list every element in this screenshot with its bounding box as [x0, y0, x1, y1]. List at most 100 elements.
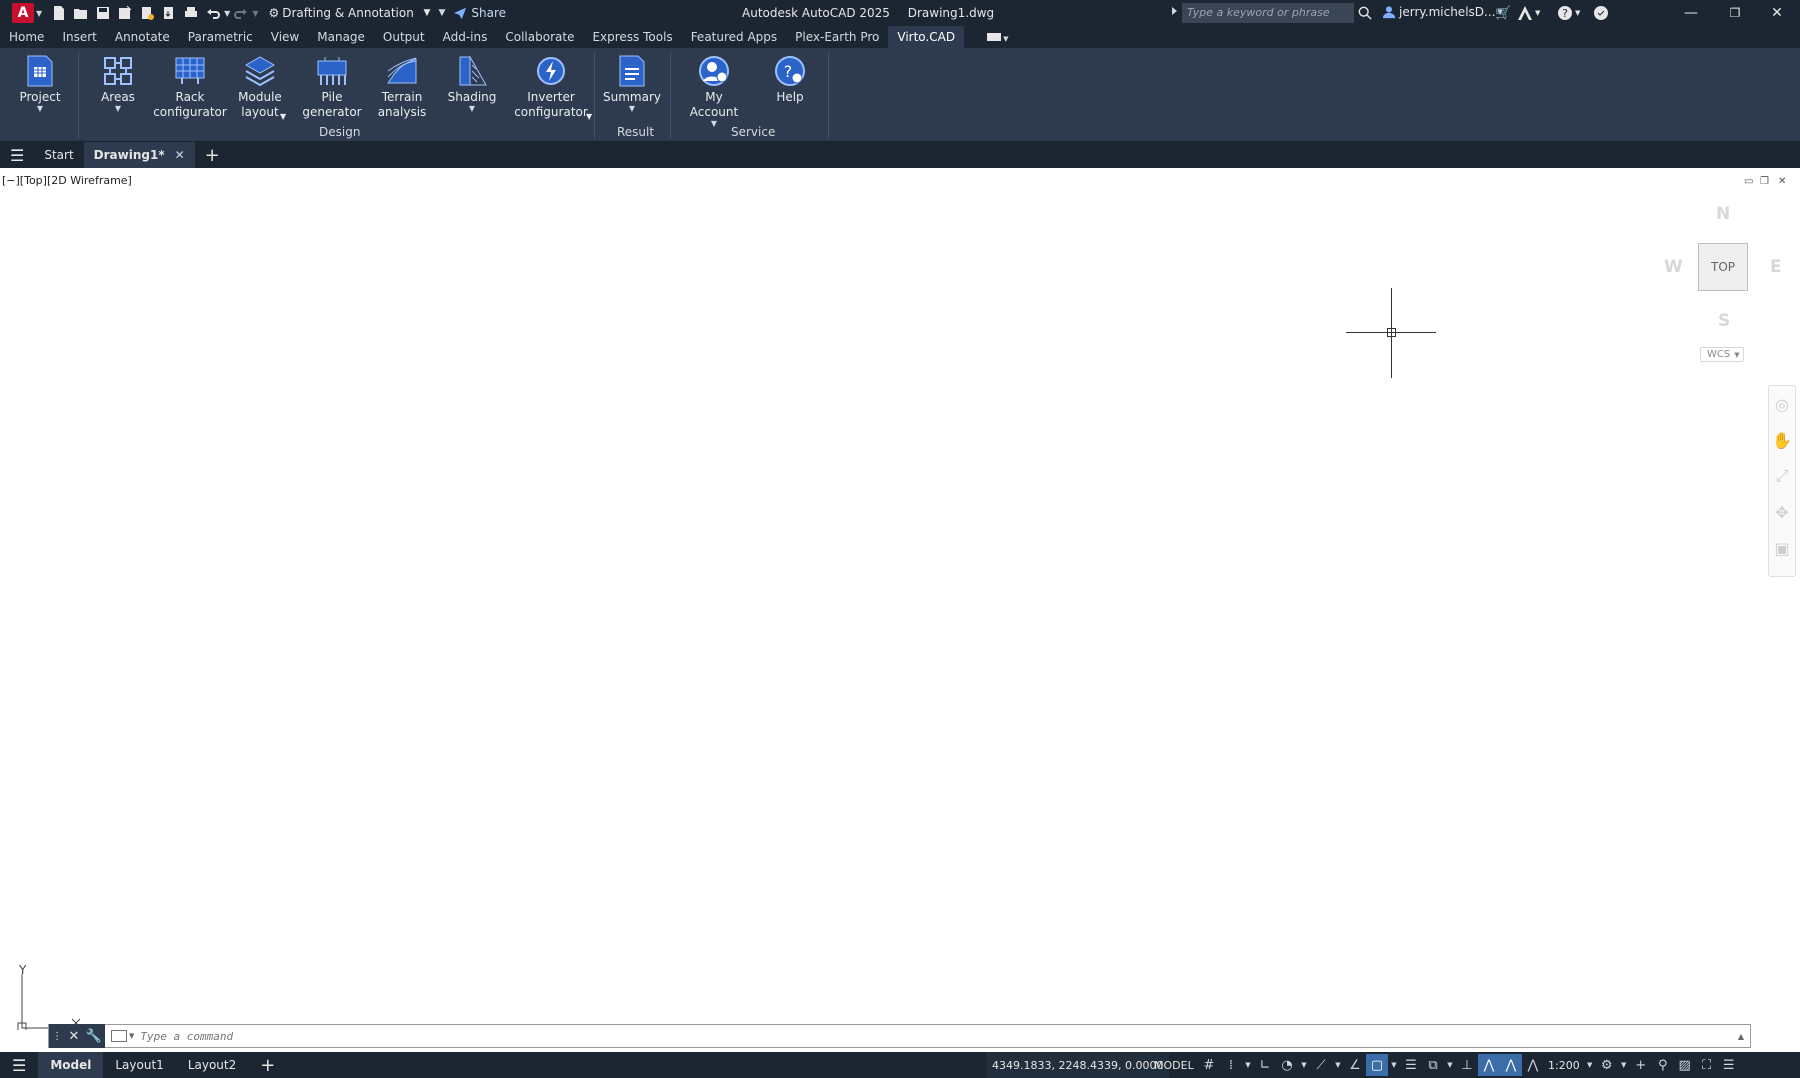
- new-tab-icon[interactable]: +: [195, 142, 230, 168]
- ortho-icon[interactable]: ∟: [1254, 1054, 1276, 1076]
- redo-dropdown-icon[interactable]: ▼: [252, 9, 258, 18]
- rack-configurator-button[interactable]: Rack configurator: [153, 54, 227, 120]
- pile-generator-button[interactable]: Pile generator: [302, 54, 362, 120]
- compass-west[interactable]: W: [1664, 257, 1683, 277]
- tab-virto-cad[interactable]: Virto.CAD: [888, 26, 965, 48]
- redo-icon[interactable]: [230, 3, 252, 23]
- help-icon[interactable]: ? ▼: [1557, 4, 1580, 22]
- new-layout-icon[interactable]: +: [248, 1052, 287, 1078]
- command-prompt-icon[interactable]: [111, 1030, 127, 1042]
- share-button[interactable]: Share: [453, 6, 506, 20]
- tab-view[interactable]: View: [262, 26, 308, 48]
- save-web-icon[interactable]: [158, 3, 180, 23]
- pan-hand-icon[interactable]: ✋: [1769, 422, 1795, 458]
- open-web-icon[interactable]: [136, 3, 158, 23]
- tab-start[interactable]: Start: [34, 142, 83, 168]
- terrain-analysis-button[interactable]: Terrain analysis: [374, 54, 430, 120]
- tab-manage[interactable]: Manage: [308, 26, 374, 48]
- tab-home[interactable]: Home: [0, 26, 53, 48]
- tab-insert[interactable]: Insert: [53, 26, 105, 48]
- my-account-button[interactable]: My Account ▼: [680, 54, 748, 128]
- autodesk-a360-icon[interactable]: ▼: [1517, 4, 1540, 22]
- tab-plex-earth-pro[interactable]: Plex-Earth Pro: [786, 26, 888, 48]
- wcs-menu[interactable]: WCS ▼: [1700, 347, 1744, 362]
- project-button[interactable]: Project ▼: [18, 54, 62, 113]
- orbit-icon[interactable]: ✥: [1769, 494, 1795, 530]
- plot-icon[interactable]: [180, 3, 202, 23]
- tab-annotate[interactable]: Annotate: [106, 26, 179, 48]
- workspace-switcher[interactable]: ⚙ Drafting & Annotation ▼: [264, 3, 434, 23]
- save-as-icon[interactable]: [114, 3, 136, 23]
- new-file-icon[interactable]: [48, 3, 70, 23]
- transparency-icon[interactable]: ⧉: [1422, 1054, 1444, 1076]
- isodraft-dropdown-icon[interactable]: ▼: [1332, 1054, 1344, 1076]
- areas-button[interactable]: Areas ▼: [96, 54, 140, 113]
- close-icon[interactable]: ✕: [1754, 0, 1800, 26]
- snap-icon[interactable]: ⁞: [1220, 1054, 1242, 1076]
- tab-output[interactable]: Output: [374, 26, 434, 48]
- customization-menu-icon[interactable]: ☰: [1718, 1054, 1740, 1076]
- workspace-dropdown-icon[interactable]: ▼: [1618, 1054, 1630, 1076]
- scale-dropdown-icon[interactable]: ▼: [1584, 1054, 1596, 1076]
- annotation-scale-icon[interactable]: ⋀: [1522, 1054, 1544, 1076]
- inverter-configurator-button[interactable]: Inverter configurator ▼: [514, 54, 592, 121]
- annotation-monitor-icon[interactable]: +: [1630, 1054, 1652, 1076]
- lineweight-icon[interactable]: ☰: [1400, 1054, 1422, 1076]
- viewport-close-icon[interactable]: ✕: [1778, 176, 1786, 187]
- summary-button[interactable]: Summary ▼: [603, 54, 661, 113]
- model-space-toggle[interactable]: MODEL: [1154, 1052, 1194, 1078]
- help-button[interactable]: ? Help: [766, 54, 814, 105]
- shading-button[interactable]: Shading ▼: [448, 54, 496, 113]
- command-close-icon[interactable]: ✕: [68, 1029, 79, 1044]
- file-tabs-menu-icon[interactable]: ☰: [0, 142, 34, 168]
- cart-icon[interactable]: 🛒: [1495, 4, 1511, 22]
- compass-east[interactable]: E: [1770, 257, 1782, 277]
- command-expand-icon[interactable]: ▲: [1738, 1032, 1744, 1041]
- polar-dropdown-icon[interactable]: ▼: [1298, 1054, 1310, 1076]
- app-menu-button[interactable]: A: [12, 3, 34, 23]
- customize-qat-icon[interactable]: ▼: [438, 8, 445, 18]
- close-tab-icon[interactable]: ✕: [175, 148, 185, 162]
- snap-dropdown-icon[interactable]: ▼: [1242, 1054, 1254, 1076]
- ucs-dynamic-icon[interactable]: ⊥: [1456, 1054, 1478, 1076]
- tab-layout1[interactable]: Layout1: [103, 1052, 175, 1078]
- ribbon-options-button[interactable]: ▼: [978, 26, 1017, 48]
- viewport-restore-icon[interactable]: ❐: [1760, 176, 1769, 187]
- save-icon[interactable]: [92, 3, 114, 23]
- grid-icon[interactable]: #: [1198, 1054, 1220, 1076]
- viewport-controls-label[interactable]: [−][Top][2D Wireframe]: [2, 174, 132, 187]
- showmotion-icon[interactable]: ▣: [1769, 530, 1795, 566]
- tab-add-ins[interactable]: Add-ins: [434, 26, 497, 48]
- compass-north[interactable]: N: [1716, 204, 1730, 224]
- object-snap-icon[interactable]: ▢: [1366, 1054, 1388, 1076]
- undo-icon[interactable]: [202, 3, 224, 23]
- app-menu-caret[interactable]: ▼: [36, 9, 42, 18]
- command-grip-icon[interactable]: ⋮: [52, 1031, 62, 1042]
- module-layout-button[interactable]: Module layout ▼: [234, 54, 286, 121]
- tab-drawing1[interactable]: Drawing1* ✕: [83, 142, 195, 168]
- tab-express-tools[interactable]: Express Tools: [583, 26, 681, 48]
- command-input[interactable]: [134, 1025, 1738, 1047]
- clean-screen-icon[interactable]: ⛶: [1696, 1054, 1718, 1076]
- search-expand-icon[interactable]: [1172, 7, 1177, 15]
- tab-model[interactable]: Model: [38, 1052, 104, 1078]
- tab-featured-apps[interactable]: Featured Apps: [682, 26, 786, 48]
- command-customize-icon[interactable]: 🔧: [86, 1029, 102, 1044]
- cursor-coordinates[interactable]: 4349.1833, 2248.4339, 0.0000: [986, 1052, 1170, 1078]
- tab-layout2[interactable]: Layout2: [176, 1052, 248, 1078]
- zoom-extents-icon[interactable]: ⤢: [1769, 458, 1795, 494]
- transparency-dropdown-icon[interactable]: ▼: [1444, 1054, 1456, 1076]
- workspace-gear-icon[interactable]: ⚙: [1596, 1054, 1618, 1076]
- restore-icon[interactable]: ❐: [1712, 0, 1758, 26]
- search-input[interactable]: Type a keyword or phrase: [1182, 3, 1354, 23]
- open-folder-icon[interactable]: [70, 3, 92, 23]
- search-icon[interactable]: [1358, 4, 1372, 22]
- graphics-performance-icon[interactable]: ▨: [1674, 1054, 1696, 1076]
- isodraft-icon[interactable]: ⟋: [1310, 1054, 1332, 1076]
- isolate-objects-icon[interactable]: ⚲: [1652, 1054, 1674, 1076]
- steering-wheel-icon[interactable]: ◎: [1769, 386, 1795, 422]
- layout-menu-icon[interactable]: ☰: [0, 1052, 38, 1078]
- object-snap-tracking-icon[interactable]: ∠: [1344, 1054, 1366, 1076]
- feedback-icon[interactable]: [1593, 4, 1609, 22]
- viewcube-top-face[interactable]: TOP: [1698, 243, 1748, 291]
